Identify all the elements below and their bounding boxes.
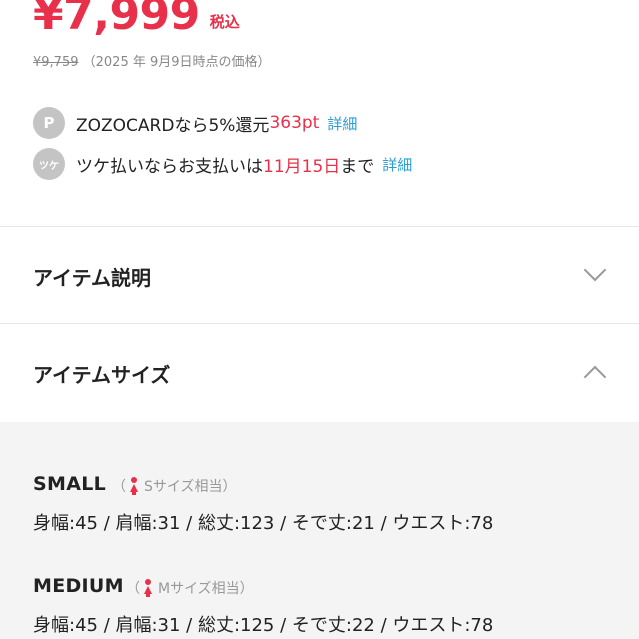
size-measurements-medium: 身幅:45 / 肩幅:31 / 総丈:125 / そで丈:22 / ウエスト:7… (33, 615, 494, 636)
price-row: ¥7,999 税込 (33, 0, 240, 42)
woman-icon (143, 579, 153, 597)
points-amount: 363pt (269, 113, 320, 133)
item-size-title: アイテムサイズ (33, 363, 171, 387)
tsuke-icon: ツケ (33, 148, 65, 180)
original-price-row: ¥9,759 （2025 年 9月9日時点の価格） (33, 51, 271, 70)
size-equiv-small: （Sサイズ相当） (112, 476, 236, 496)
tsuke-promo: ツケ ツケ払いならお支払いは 11月15日 まで 詳細 (33, 148, 412, 180)
tsuke-date: 11月15日 (263, 156, 341, 177)
size-equiv-medium: （Mサイズ相当） (126, 578, 254, 598)
tax-label: 税込 (209, 13, 240, 31)
price-date-note: （2025 年 9月9日時点の価格） (82, 55, 271, 70)
chevron-down-icon[interactable] (583, 258, 607, 282)
chevron-up-icon[interactable] (583, 365, 607, 389)
woman-icon (129, 477, 139, 495)
size-equiv-small-label: Sサイズ相当 (144, 479, 223, 495)
size-name-medium: MEDIUM (33, 575, 124, 597)
tsuke-text-after: まで (340, 156, 375, 177)
zozocard-promo: P ZOZOCARDなら5%還元 363pt 詳細 (33, 107, 357, 139)
current-price: ¥7,999 (33, 0, 200, 40)
tsuke-text: ツケ払いならお支払いは (76, 156, 263, 177)
divider (0, 226, 639, 227)
zozocard-text: ZOZOCARDなら5%還元 (76, 115, 270, 136)
size-measurements-small: 身幅:45 / 肩幅:31 / 総丈:123 / そで丈:21 / ウエスト:7… (33, 513, 494, 534)
item-description-title: アイテム説明 (33, 266, 151, 290)
original-price: ¥9,759 (33, 55, 79, 70)
size-equiv-medium-label: Mサイズ相当 (158, 581, 240, 597)
divider (0, 323, 639, 324)
points-icon: P (33, 107, 65, 139)
tsuke-detail-link[interactable]: 詳細 (382, 154, 412, 175)
zozocard-detail-link[interactable]: 詳細 (327, 113, 357, 134)
size-name-small: SMALL (33, 473, 107, 495)
